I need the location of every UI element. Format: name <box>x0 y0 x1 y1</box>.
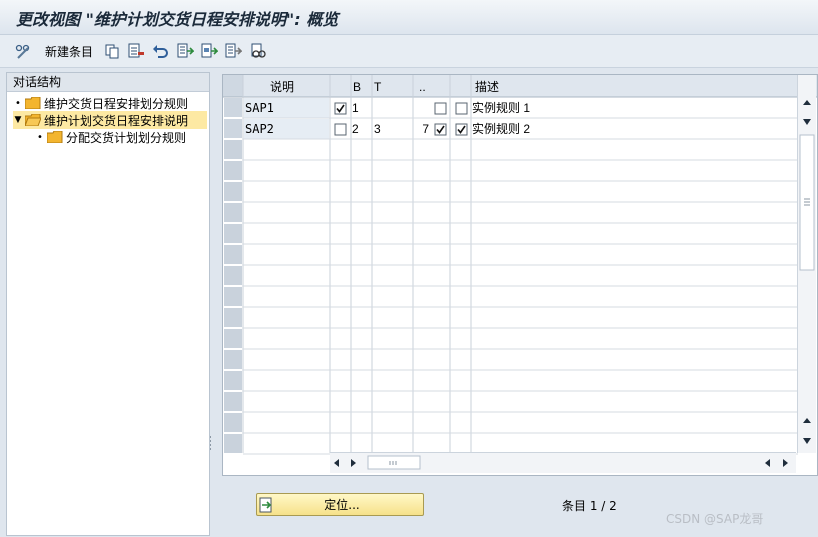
table-control: 说明 B T .. 描述 SAP1 1 实例规则 1 SAP2 2 3 7 实例… <box>222 74 818 476</box>
folder-icon <box>47 131 63 143</box>
row-selector[interactable] <box>224 119 242 138</box>
checkbox-flag-1[interactable] <box>434 102 447 115</box>
cell-dots[interactable]: 7 <box>422 122 429 136</box>
scroll-left-page-icon[interactable] <box>765 459 770 467</box>
vertical-scrollbar[interactable] <box>797 75 816 453</box>
column-header-b[interactable]: B <box>353 80 361 94</box>
row-selector[interactable] <box>224 308 242 327</box>
table-grid: 说明 B T .. 描述 SAP1 1 实例规则 1 SAP2 2 3 7 实例… <box>223 75 817 455</box>
cell-text[interactable]: 实例规则 1 <box>472 100 530 115</box>
checkbox-flag-2[interactable] <box>455 102 468 115</box>
row-selector[interactable] <box>224 371 242 390</box>
row-selector[interactable] <box>224 182 242 201</box>
folder-open-icon <box>25 114 41 126</box>
column-header-text[interactable]: 描述 <box>475 80 499 94</box>
scroll-right-icon[interactable] <box>783 459 788 467</box>
copy-icon[interactable] <box>104 41 120 61</box>
row-selector[interactable] <box>224 98 242 117</box>
scroll-down-icon[interactable] <box>803 438 811 444</box>
tree-node-schedule-instructions[interactable]: ▼ 维护计划交货日程安排说明 <box>13 111 207 129</box>
bullet-icon: • <box>15 97 21 109</box>
row-selector[interactable] <box>224 203 242 222</box>
checkbox-b[interactable] <box>334 123 347 136</box>
cell-b[interactable]: 1 <box>352 101 359 115</box>
scroll-thumb[interactable] <box>367 455 421 470</box>
triangle-down-icon: ▼ <box>14 115 22 125</box>
scroll-up-icon[interactable] <box>803 100 811 105</box>
row-selector[interactable] <box>224 245 242 264</box>
select-all-icon[interactable] <box>176 41 194 61</box>
row-selector[interactable] <box>224 224 242 243</box>
window-title: 更改视图 "维护计划交货日程安排说明": 概览 <box>16 10 339 29</box>
row-selector[interactable] <box>224 434 242 453</box>
tree-node-assign-split-rules[interactable]: • 分配交货计划划分规则 <box>35 128 207 146</box>
column-header-description[interactable]: 说明 <box>270 79 294 94</box>
tree-node-label: 维护交货日程安排划分规则 <box>44 96 189 111</box>
cell-t[interactable]: 3 <box>374 122 381 136</box>
horizontal-scrollbar[interactable] <box>330 452 796 473</box>
scroll-page-up-icon[interactable] <box>803 418 811 423</box>
row-selector[interactable] <box>224 266 242 285</box>
dialog-structure-header: 对话结构 <box>7 73 209 92</box>
select-block-icon[interactable] <box>200 41 218 61</box>
cell-b[interactable]: 2 <box>352 122 359 136</box>
tree-node-schedule-split-rules[interactable]: • 维护交货日程安排划分规则 <box>13 94 203 112</box>
row-selector[interactable] <box>224 329 242 348</box>
panel-splitter[interactable] <box>208 72 213 534</box>
position-button[interactable]: 定位... <box>256 493 424 516</box>
display-change-icon[interactable] <box>14 41 32 61</box>
entry-status: 条目 1 / 2 <box>562 499 617 513</box>
new-entries-label: 新建条目 <box>45 44 94 59</box>
scroll-right-page-icon[interactable] <box>351 459 356 467</box>
bullet-icon: • <box>37 131 43 143</box>
dialog-structure-panel: 对话结构 • 维护交货日程安排划分规则 ▼ 维护计划交货日程安排说明 • 分配交… <box>6 72 210 536</box>
application-toolbar: 新建条目 <box>0 35 818 68</box>
cell-description: SAP2 <box>245 122 274 136</box>
row-selector[interactable] <box>224 350 242 369</box>
watermark: CSDN @SAP龙哥 <box>666 512 764 526</box>
cell-text[interactable]: 实例规则 2 <box>472 121 530 136</box>
folder-icon <box>25 97 41 109</box>
row-selector[interactable] <box>224 413 242 432</box>
row-selector[interactable] <box>224 161 242 180</box>
row-selector[interactable] <box>224 287 242 306</box>
scroll-page-down-icon[interactable] <box>803 119 811 125</box>
checkbox-b[interactable] <box>334 102 347 115</box>
new-entries-button[interactable]: 新建条目 <box>40 41 93 61</box>
deselect-all-icon[interactable] <box>224 41 242 61</box>
delete-icon[interactable] <box>127 41 145 61</box>
column-header-t[interactable]: T <box>374 80 382 94</box>
checkbox-flag-1[interactable] <box>434 123 447 136</box>
tree-node-label: 分配交货计划划分规则 <box>66 130 187 145</box>
undo-icon[interactable] <box>151 41 169 61</box>
tree-node-label: 维护计划交货日程安排说明 <box>44 113 189 128</box>
cell-description: SAP1 <box>245 101 274 115</box>
row-selector[interactable] <box>224 392 242 411</box>
column-header-dots[interactable]: .. <box>419 80 426 94</box>
position-icon <box>259 497 272 512</box>
scroll-left-icon[interactable] <box>334 459 339 467</box>
row-selector[interactable] <box>224 140 242 159</box>
find-icon[interactable] <box>249 41 267 61</box>
position-button-label: 定位... <box>324 498 360 512</box>
checkbox-flag-2[interactable] <box>455 123 468 136</box>
title-bar: 更改视图 "维护计划交货日程安排说明": 概览 <box>0 0 818 35</box>
